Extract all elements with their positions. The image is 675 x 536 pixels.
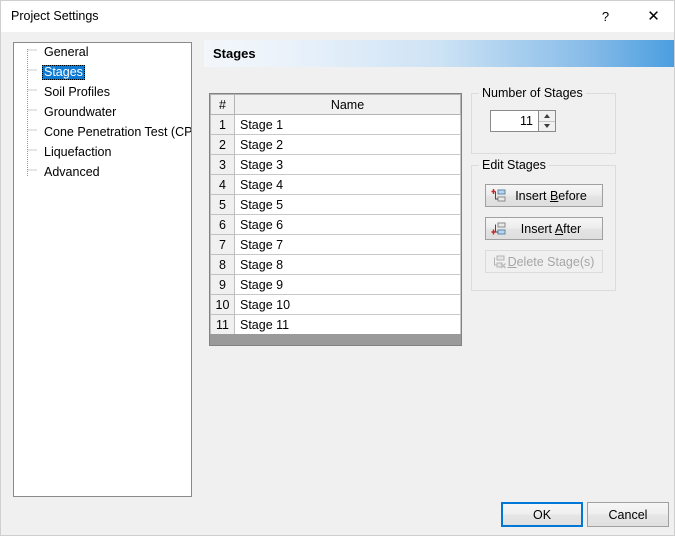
stages-table-body: 1 Stage 1 2 Stage 2 3 Stage 3 4 Stage 4 5 Stage 5… <box>210 114 461 335</box>
sidebar-item-label: Cone Penetration Test (CPT) <box>44 124 192 139</box>
row-index-cell[interactable]: 1 <box>210 114 235 135</box>
table-row[interactable]: 3 Stage 3 <box>210 154 461 175</box>
insert-before-button[interactable]: Insert Before <box>485 184 603 207</box>
table-row[interactable]: 4 Stage 4 <box>210 174 461 195</box>
help-button[interactable]: ? <box>583 1 628 32</box>
sidebar-item-label: Groundwater <box>44 104 117 119</box>
table-row[interactable]: 5 Stage 5 <box>210 194 461 215</box>
table-header-row: # Name <box>210 94 461 115</box>
section-header-banner: Stages <box>204 40 674 67</box>
chevron-down-icon <box>544 124 550 129</box>
row-index-cell[interactable]: 3 <box>210 154 235 175</box>
insert-after-button[interactable]: Insert After <box>485 217 603 240</box>
stage-name-cell[interactable]: Stage 5 <box>234 194 461 215</box>
edit-stages-group-label: Edit Stages <box>479 158 549 172</box>
tree-line-stub <box>14 103 42 121</box>
row-index-cell[interactable]: 4 <box>210 174 235 195</box>
sidebar-item-groundwater[interactable]: Groundwater <box>14 103 118 121</box>
sidebar-item-soil-profiles[interactable]: Soil Profiles <box>14 83 112 101</box>
number-of-stages-stepper[interactable] <box>490 110 556 132</box>
project-settings-dialog: Project Settings ? ✕ General Stages Soil… <box>0 0 675 536</box>
stepper-buttons <box>538 110 556 132</box>
stages-table: # Name 1 Stage 1 2 Stage 2 3 Stage 3 4 Stage 45… <box>210 94 461 335</box>
table-row[interactable]: 10 Stage 10 <box>210 294 461 315</box>
row-index-cell[interactable]: 11 <box>210 314 235 335</box>
delete-stages-button[interactable]: Delete Stage(s) <box>485 250 603 273</box>
title-bar: Project Settings ? ✕ <box>1 1 674 32</box>
sidebar-item-label: Liquefaction <box>44 144 112 159</box>
stages-table-container[interactable]: # Name 1 Stage 1 2 Stage 2 3 Stage 3 4 Stage 45… <box>209 93 462 346</box>
row-index-cell[interactable]: 9 <box>210 274 235 295</box>
column-header-index[interactable]: # <box>210 94 235 115</box>
tree-line-stub <box>14 123 42 141</box>
sidebar-item-label: General <box>44 44 89 59</box>
sidebar-item-advanced[interactable]: Advanced <box>14 163 102 181</box>
sidebar-item-label: Stages <box>42 64 85 80</box>
tree-line-stub <box>14 83 42 101</box>
number-of-stages-input[interactable] <box>490 110 538 132</box>
stepper-down-button[interactable] <box>539 121 555 131</box>
sidebar-item-label: Advanced <box>44 164 100 179</box>
table-row[interactable]: 7 Stage 7 <box>210 234 461 255</box>
sidebar-item-cone-penetration-test[interactable]: Cone Penetration Test (CPT) <box>14 123 192 141</box>
table-row[interactable]: 11 Stage 11 <box>210 314 461 335</box>
tree-line-stub <box>14 163 42 181</box>
close-button[interactable]: ✕ <box>631 1 674 32</box>
horizontal-scrollbar[interactable] <box>210 334 461 345</box>
stage-name-cell[interactable]: Stage 2 <box>234 134 461 155</box>
settings-tree[interactable]: General Stages Soil Profiles Groundwater… <box>13 42 192 497</box>
insert-after-icon <box>491 221 507 237</box>
row-index-cell[interactable]: 7 <box>210 234 235 255</box>
table-row[interactable]: 8 Stage 8 <box>210 254 461 275</box>
chevron-up-icon <box>544 113 550 118</box>
stepper-up-button[interactable] <box>539 111 555 122</box>
stage-name-cell[interactable]: Stage 3 <box>234 154 461 175</box>
number-of-stages-group-label: Number of Stages <box>479 86 586 100</box>
table-row[interactable]: 2 Stage 2 <box>210 134 461 155</box>
insert-before-icon <box>491 188 507 204</box>
row-index-cell[interactable]: 2 <box>210 134 235 155</box>
stage-name-cell[interactable]: Stage 9 <box>234 274 461 295</box>
edit-stages-group: Edit Stages Insert Before Insert After D… <box>471 158 616 291</box>
sidebar-item-stages[interactable]: Stages <box>14 63 85 81</box>
stage-name-cell[interactable]: Stage 11 <box>234 314 461 335</box>
delete-stages-icon <box>491 254 507 270</box>
question-mark-icon: ? <box>601 9 610 24</box>
row-index-cell[interactable]: 10 <box>210 294 235 315</box>
table-row[interactable]: 6 Stage 6 <box>210 214 461 235</box>
sidebar-item-general[interactable]: General <box>14 43 90 61</box>
column-header-name[interactable]: Name <box>234 94 461 115</box>
window-title: Project Settings <box>11 9 99 23</box>
cancel-button[interactable]: Cancel <box>587 502 669 527</box>
tree-line-stub <box>14 63 42 81</box>
sidebar-item-liquefaction[interactable]: Liquefaction <box>14 143 113 161</box>
sidebar-item-label: Soil Profiles <box>44 84 110 99</box>
stage-name-cell[interactable]: Stage 8 <box>234 254 461 275</box>
stage-name-cell[interactable]: Stage 1 <box>234 114 461 135</box>
tree-line-stub <box>14 143 42 161</box>
row-index-cell[interactable]: 8 <box>210 254 235 275</box>
row-index-cell[interactable]: 6 <box>210 214 235 235</box>
ok-button[interactable]: OK <box>501 502 583 527</box>
stage-name-cell[interactable]: Stage 7 <box>234 234 461 255</box>
table-row[interactable]: 9 Stage 9 <box>210 274 461 295</box>
number-of-stages-group: Number of Stages <box>471 86 616 154</box>
page-title: Stages <box>213 46 256 61</box>
close-icon: ✕ <box>647 8 660 25</box>
row-index-cell[interactable]: 5 <box>210 194 235 215</box>
table-row[interactable]: 1 Stage 1 <box>210 114 461 135</box>
tree-line-stub <box>14 43 42 61</box>
stage-name-cell[interactable]: Stage 10 <box>234 294 461 315</box>
stage-name-cell[interactable]: Stage 6 <box>234 214 461 235</box>
stage-name-cell[interactable]: Stage 4 <box>234 174 461 195</box>
